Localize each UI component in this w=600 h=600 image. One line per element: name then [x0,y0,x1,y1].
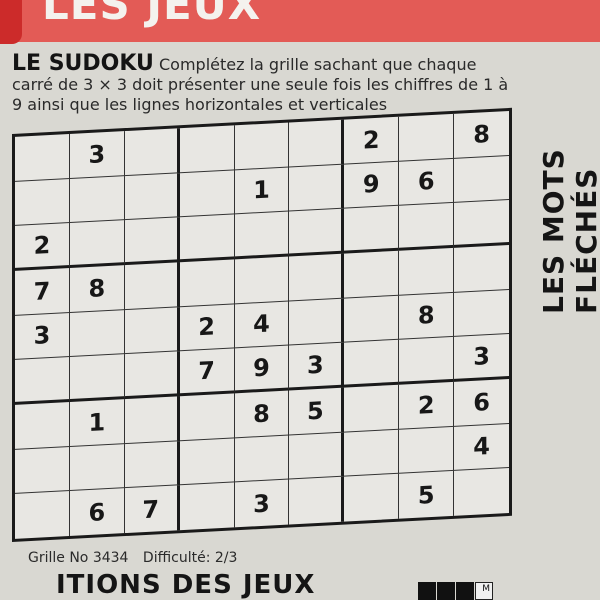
sudoku-cell [124,440,180,489]
sudoku-cell: 1 [234,167,290,215]
sudoku-cell [344,340,400,388]
sudoku-cell: 3 [454,334,509,382]
sudoku-cell [179,393,235,441]
sudoku-cell [344,429,400,477]
banner-tab-shape [0,0,22,44]
sudoku-cell [399,426,455,475]
sudoku-cell: 3 [69,131,125,179]
sudoku-cell [399,337,455,385]
sudoku-cell: 8 [454,110,509,159]
sudoku-cell [179,482,235,531]
sudoku-cell [69,175,125,224]
sudoku-cell [124,262,180,310]
sudoku-cell: 4 [454,423,509,472]
sudoku-cell [179,125,235,173]
sudoku-grid-wrap: 328196278324879331852646735 [12,107,512,542]
sudoku-cell: 2 [179,303,235,352]
sudoku-cell: 5 [289,387,345,436]
sudoku-cell [179,214,235,263]
sudoku-cell [124,172,180,221]
sudoku-cell [179,169,235,218]
sudoku-cell [15,178,70,227]
sudoku-cell: 3 [234,479,290,528]
sudoku-cell: 3 [289,342,345,391]
sudoku-cell: 5 [399,471,455,519]
sudoku-cell [179,437,235,486]
sudoku-cell [289,253,345,302]
sudoku-cell [15,401,70,450]
sudoku-cell [234,211,290,260]
sudoku-cell: 2 [344,116,400,165]
sudoku-cell: 9 [234,345,290,394]
sudoku-heading: LE SUDOKU [12,51,154,76]
sudoku-cell: 8 [234,390,290,438]
sudoku-cell [399,247,455,296]
mini-box: M [475,582,493,600]
sudoku-cell [344,384,400,433]
sudoku-cell: 6 [399,158,455,207]
sudoku-cell [234,122,290,170]
sudoku-cell [289,476,345,525]
sudoku-cell: 3 [15,312,70,361]
banner-title: LES JEUX [42,0,262,29]
mini-boxes: M [418,582,493,600]
sudoku-cell [69,309,125,358]
grid-number: Grille No 3434 [28,550,129,566]
mini-box [437,582,455,600]
sudoku-cell [234,256,290,304]
sudoku-cell [289,119,345,168]
mini-box [418,582,436,600]
sudoku-cell [124,306,180,355]
sudoku-cell: 2 [399,381,455,430]
difficulty: Difficulté: 2/3 [142,550,238,566]
sudoku-cell [454,289,509,338]
sudoku-cell [15,491,70,539]
sudoku-cell [124,217,180,266]
sudoku-cell [344,474,400,522]
grid-footer: Grille No 3434 Difficulté: 2/3 [28,550,237,566]
sudoku-cell: 8 [69,265,125,313]
sudoku-cell: 2 [15,223,70,271]
bottom-section-title: ITIONS DES JEUX [56,570,316,600]
sudoku-cell [454,468,509,516]
sudoku-cell [399,113,455,162]
sudoku-cell [15,133,70,182]
sudoku-cell [344,206,400,254]
sudoku-cell [124,396,180,444]
sudoku-cell [289,432,345,480]
sudoku-cell: 9 [344,161,400,209]
sudoku-cell [15,357,70,405]
sudoku-cell: 7 [179,348,235,397]
sudoku-cell [289,208,345,257]
sudoku-cell: 1 [69,399,125,447]
mini-box [456,582,474,600]
sudoku-cell [234,435,290,483]
sudoku-cell [454,244,509,293]
sudoku-cell: 6 [454,378,509,427]
sudoku-cell: 7 [15,267,70,316]
sudoku-cell: 4 [234,301,290,349]
sudoku-cell [454,200,509,248]
top-banner: LES JEUX [0,0,600,44]
sudoku-cell [454,155,509,204]
sudoku-cell [124,128,180,176]
sudoku-cell: 8 [399,292,455,341]
sudoku-cell [289,164,345,212]
sudoku-cell: 7 [124,485,180,534]
intro-block: LE SUDOKU Complétez la grille sachant qu… [12,51,522,115]
side-title: LES MOTS FLÉCHÉS [537,148,600,314]
sudoku-cell [399,203,455,251]
sudoku-grid: 328196278324879331852646735 [12,107,512,542]
sudoku-cell [69,443,125,492]
sudoku-cell [69,220,125,268]
sudoku-cell [344,250,400,299]
sudoku-cell [124,351,180,400]
sudoku-cell [289,298,345,346]
sudoku-cell [15,446,70,495]
sudoku-cell [69,354,125,402]
sudoku-cell [179,259,235,307]
sudoku-cell [344,295,400,343]
sudoku-cell: 6 [69,488,125,536]
